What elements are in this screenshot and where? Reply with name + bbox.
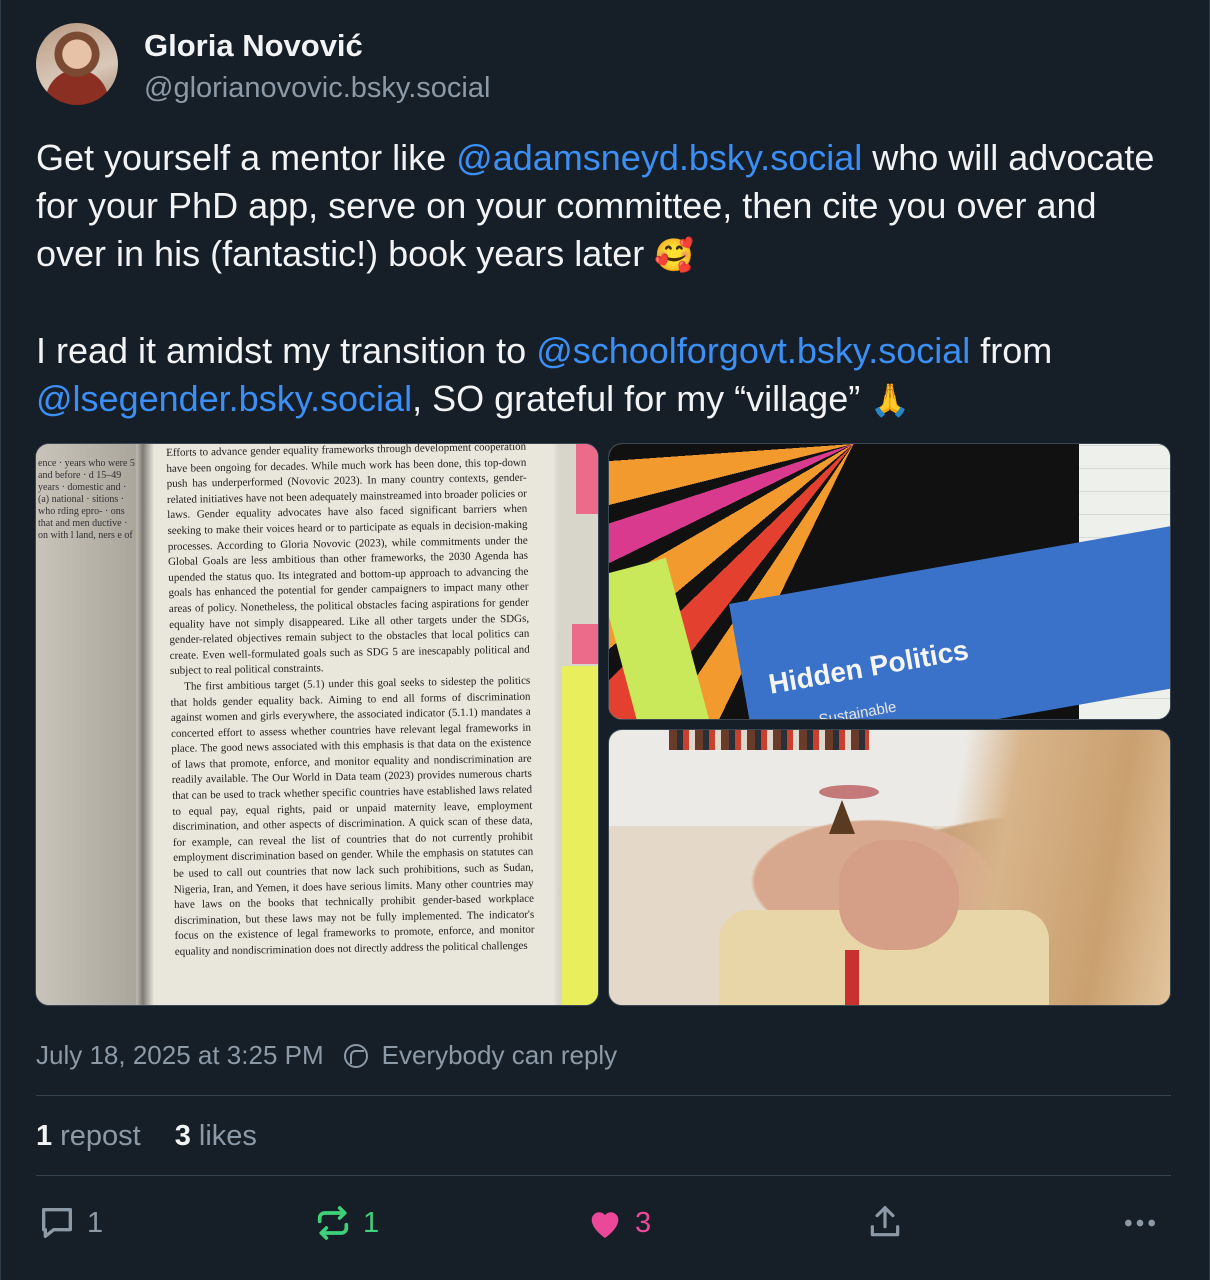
reply-icon bbox=[42, 1208, 73, 1238]
reply-button[interactable]: 1 bbox=[37, 1203, 103, 1243]
mention-link[interactable]: @schoolforgovt.bsky.social bbox=[536, 330, 970, 371]
divider bbox=[36, 1175, 1171, 1176]
post-paragraph-2: I read it amidst my transition to @schoo… bbox=[36, 330, 1053, 419]
mention-link[interactable]: @adamsneyd.bsky.social bbox=[456, 137, 862, 178]
more-options-button[interactable] bbox=[1120, 1203, 1160, 1243]
author-display-name[interactable]: Gloria Novović bbox=[144, 28, 363, 64]
lanyard bbox=[845, 950, 859, 1005]
avatar[interactable] bbox=[36, 23, 118, 105]
lips bbox=[819, 785, 879, 799]
globe-icon bbox=[343, 1043, 368, 1068]
author-handle[interactable]: @glorianovovic.bsky.social bbox=[144, 72, 490, 105]
hand bbox=[839, 840, 959, 950]
pink-sticky-note bbox=[572, 624, 598, 664]
like-button[interactable]: 3 bbox=[585, 1203, 651, 1243]
earring bbox=[829, 800, 855, 834]
pink-sticky-note bbox=[576, 444, 598, 514]
heart-icon bbox=[591, 1212, 619, 1238]
post-meta: July 18, 2025 at 3:25 PM Everybody can r… bbox=[36, 1040, 617, 1071]
repost-count: 1 bbox=[363, 1206, 380, 1239]
share-button[interactable] bbox=[866, 1203, 904, 1241]
page-margin-text: ence · years who were 5 and before · d 1… bbox=[36, 444, 136, 1005]
share-icon bbox=[870, 1206, 900, 1237]
smiling-hearts-emoji: 🥰 bbox=[654, 236, 695, 274]
book-page-text: Efforts to advance gender equality frame… bbox=[166, 443, 535, 958]
repost-button[interactable]: 1 bbox=[313, 1203, 379, 1243]
engagement-stats: 1 repost 3 likes bbox=[36, 1120, 291, 1153]
post-image-book-page[interactable]: ence · years who were 5 and before · d 1… bbox=[35, 443, 599, 1006]
bookshelf bbox=[669, 730, 869, 750]
like-count: 3 bbox=[635, 1206, 652, 1239]
post-text: Get yourself a mentor like @adamsneyd.bs… bbox=[36, 134, 1176, 424]
repost-icon bbox=[317, 1206, 349, 1240]
post-image-book-cover[interactable]: Hidden Politics Sustainable bbox=[608, 443, 1171, 720]
mention-link[interactable]: @lsegender.bsky.social bbox=[36, 378, 412, 419]
post-image-selfie[interactable] bbox=[608, 729, 1171, 1006]
reply-setting: Everybody can reply bbox=[381, 1040, 618, 1070]
reply-count: 1 bbox=[87, 1206, 104, 1239]
post-paragraph-1: Get yourself a mentor like @adamsneyd.bs… bbox=[36, 137, 1155, 274]
likes-stat[interactable]: 3 likes bbox=[175, 1120, 257, 1153]
yellow-sticky-note bbox=[562, 666, 598, 1005]
post-timestamp[interactable]: July 18, 2025 at 3:25 PM bbox=[36, 1040, 324, 1071]
folded-hands-emoji: 🙏 bbox=[870, 381, 911, 419]
reposts-stat[interactable]: 1 repost bbox=[36, 1120, 141, 1153]
more-icon bbox=[1125, 1219, 1155, 1227]
divider bbox=[36, 1095, 1171, 1096]
